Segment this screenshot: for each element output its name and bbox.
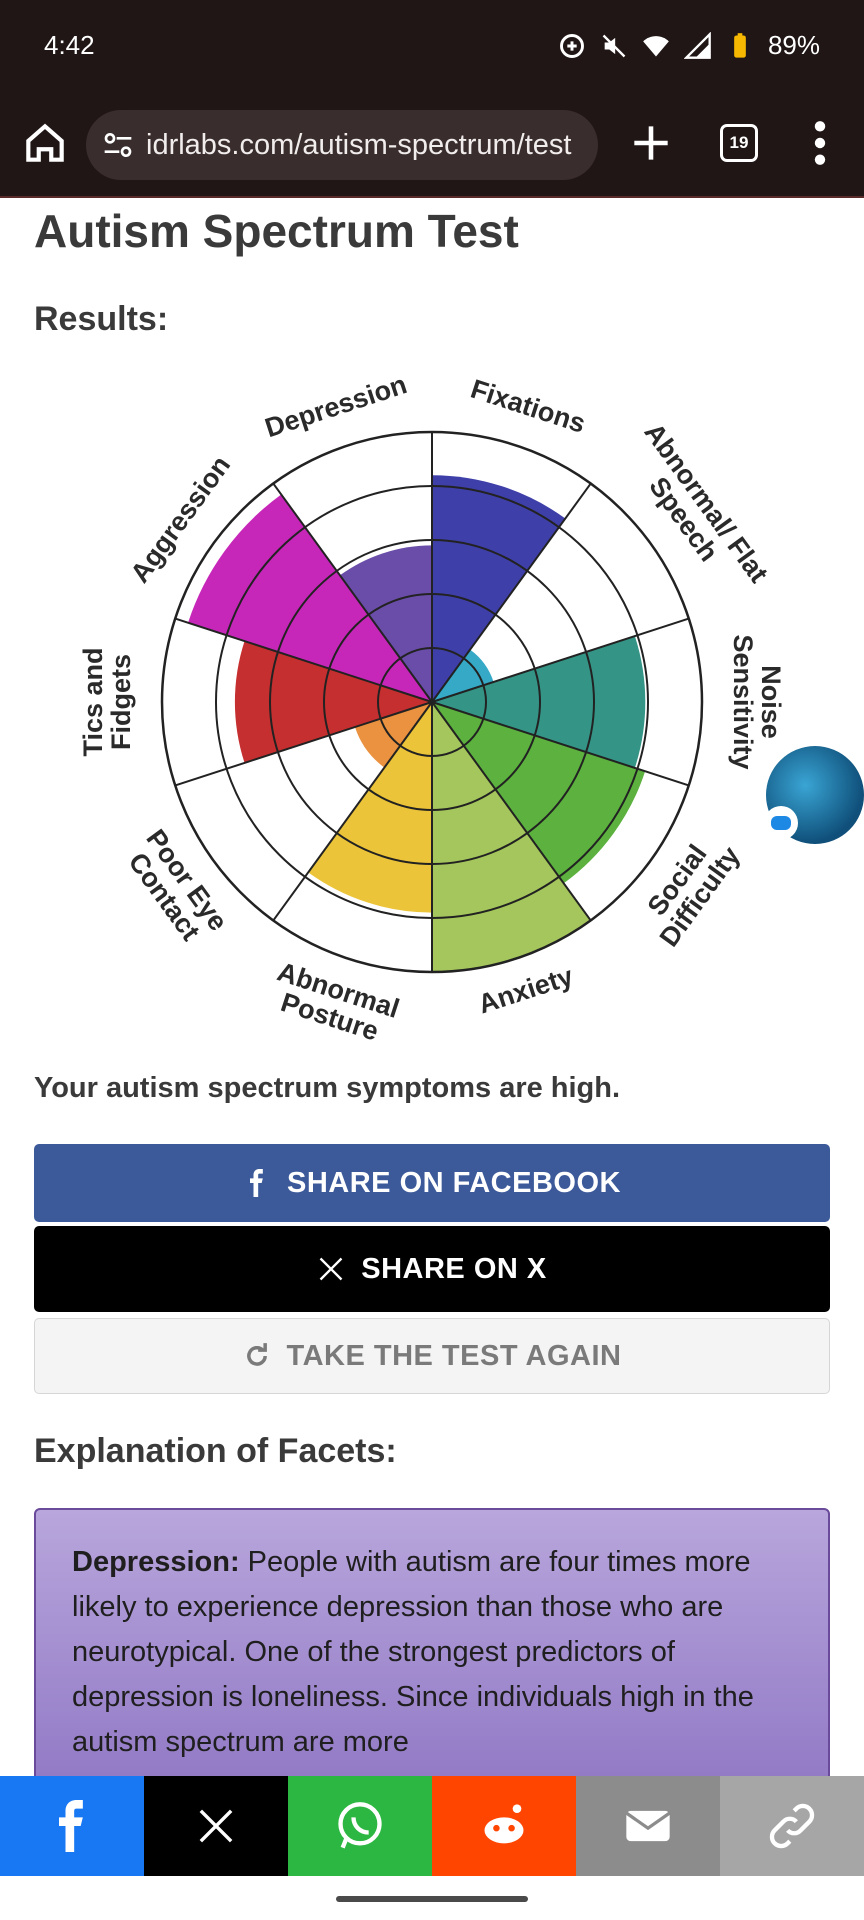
chart-label-group: Fixations xyxy=(467,374,589,439)
tab-count: 19 xyxy=(729,133,749,152)
share-bar-email[interactable] xyxy=(576,1776,720,1876)
url-text[interactable]: idrlabs.com/autism-spectrum/test xyxy=(146,129,571,162)
chart-label-group: Abnormal/ FlatSpeech xyxy=(616,417,774,604)
facet-card-depression: Depression: People with autism are four … xyxy=(34,1508,830,1808)
share-x-button[interactable]: SHARE ON X xyxy=(34,1226,830,1312)
facet-term: Depression: xyxy=(72,1546,240,1578)
share-facebook-label: SHARE ON FACEBOOK xyxy=(287,1166,621,1199)
facebook-icon xyxy=(250,1169,263,1197)
chart-label-group: Tics andFidgets xyxy=(78,647,136,756)
address-bar[interactable]: idrlabs.com/autism-spectrum/test xyxy=(86,110,598,180)
chart-category-label: NoiseSensitivity xyxy=(728,634,786,769)
chart-category-label: Depression xyxy=(261,369,410,443)
gesture-nav-handle xyxy=(336,1896,528,1902)
share-bar-whatsapp[interactable] xyxy=(288,1776,432,1876)
share-bar xyxy=(0,1776,864,1876)
clock: 4:42 xyxy=(44,30,95,60)
share-facebook-button[interactable]: SHARE ON FACEBOOK xyxy=(34,1144,830,1222)
new-tab-icon[interactable] xyxy=(626,118,676,168)
wifi-icon xyxy=(643,35,669,56)
x-icon xyxy=(319,1257,343,1281)
take-test-again-button[interactable]: TAKE THE TEST AGAIN xyxy=(34,1318,830,1394)
chart-category-label: Abnormal/ FlatSpeech xyxy=(616,417,774,604)
battery-icon xyxy=(734,32,746,58)
more-menu-icon[interactable] xyxy=(808,118,832,168)
x-icon xyxy=(199,1809,233,1843)
take-test-again-label: TAKE THE TEST AGAIN xyxy=(286,1339,622,1372)
chart-label-group: Anxiety xyxy=(475,961,577,1020)
share-x-label: SHARE ON X xyxy=(361,1252,547,1285)
chart-label-group: SocialDifficulty xyxy=(631,825,746,953)
chart-label-group: NoiseSensitivity xyxy=(728,634,786,769)
chart-label-group: AbnormalPosture xyxy=(265,956,403,1040)
results-heading: Results: xyxy=(34,300,169,338)
status-icons: 89% xyxy=(558,30,820,61)
link-icon xyxy=(769,1803,815,1849)
share-bar-facebook[interactable] xyxy=(0,1776,144,1876)
chat-badge-icon[interactable] xyxy=(764,806,798,840)
share-bar-reddit[interactable] xyxy=(432,1776,576,1876)
chart-category-label: Fixations xyxy=(467,374,589,439)
tab-switcher-button[interactable]: 19 xyxy=(720,124,758,162)
explanation-heading: Explanation of Facets: xyxy=(34,1432,397,1470)
mute-icon xyxy=(602,34,626,57)
refresh-icon xyxy=(246,1343,267,1366)
chart-label-group: Depression xyxy=(261,369,410,443)
whatsapp-icon xyxy=(338,1802,382,1849)
chart-category-label: Tics andFidgets xyxy=(78,647,136,756)
chart-category-label: Anxiety xyxy=(475,961,577,1020)
status-bar: 4:42 89% xyxy=(0,0,864,96)
browser-toolbar: idrlabs.com/autism-spectrum/test 19 xyxy=(0,96,864,198)
share-bar-x[interactable] xyxy=(144,1776,288,1876)
results-chart: Fixations Abnormal/ FlatSpeech NoiseSensit… xyxy=(78,369,786,1040)
facebook-icon xyxy=(59,1800,83,1852)
results-summary: Your autism spectrum symptoms are high. xyxy=(34,1072,621,1104)
email-icon xyxy=(625,1810,671,1842)
battery-level: 89% xyxy=(767,30,820,60)
chart-category-label: Poor EyeContact xyxy=(118,824,234,953)
data-saver-icon xyxy=(559,33,584,58)
chart-category-label: AbnormalPosture xyxy=(265,956,403,1040)
chart-category-label: SocialDifficulty xyxy=(631,825,746,953)
reddit-icon xyxy=(484,1804,524,1844)
chart-label-group: Poor EyeContact xyxy=(118,824,234,953)
share-bar-copy-link[interactable] xyxy=(720,1776,864,1876)
home-icon[interactable] xyxy=(20,118,70,168)
page-title: Autism Spectrum Test xyxy=(34,205,519,257)
signal-icon xyxy=(683,31,711,59)
site-settings-icon[interactable] xyxy=(102,129,134,161)
